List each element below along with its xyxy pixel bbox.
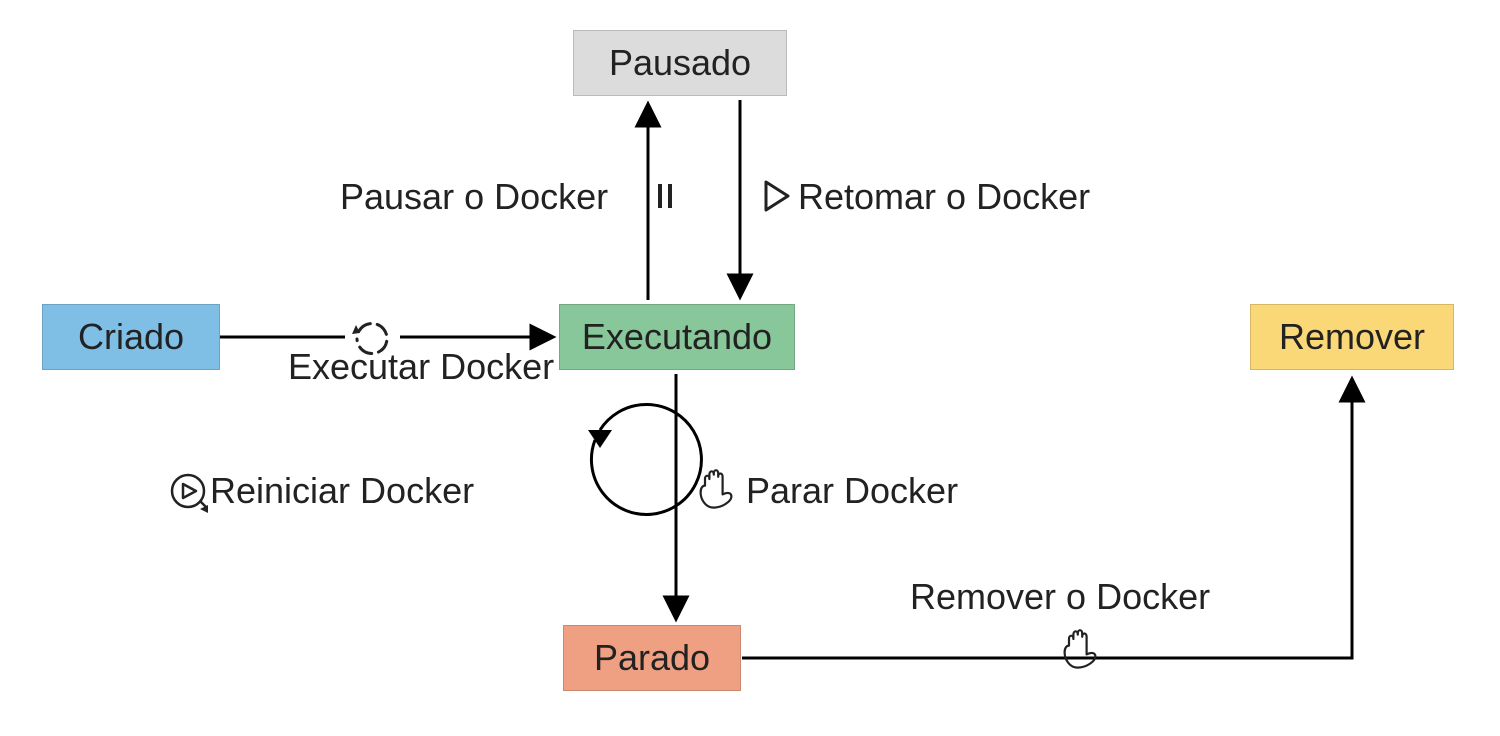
restart-icon bbox=[172, 475, 208, 513]
state-parado: Parado bbox=[563, 625, 741, 691]
state-remover: Remover bbox=[1250, 304, 1454, 370]
hand-icon-remover bbox=[1065, 630, 1096, 667]
hand-icon-parar bbox=[701, 470, 732, 507]
state-parado-label: Parado bbox=[594, 637, 710, 679]
state-remover-label: Remover bbox=[1279, 316, 1425, 358]
state-criado-label: Criado bbox=[78, 316, 184, 358]
label-executar: Executar Docker bbox=[288, 346, 554, 388]
arrow-reiniciar bbox=[588, 404, 701, 514]
state-pausado-label: Pausado bbox=[609, 42, 751, 84]
label-pausar: Pausar o Docker bbox=[340, 176, 608, 218]
pause-icon bbox=[660, 184, 670, 208]
label-parar: Parar Docker bbox=[746, 470, 958, 512]
label-retomar: Retomar o Docker bbox=[798, 176, 1090, 218]
state-pausado: Pausado bbox=[573, 30, 787, 96]
label-remover: Remover o Docker bbox=[910, 576, 1210, 618]
state-criado: Criado bbox=[42, 304, 220, 370]
play-icon bbox=[766, 182, 788, 210]
state-executando: Executando bbox=[559, 304, 795, 370]
label-reiniciar: Reiniciar Docker bbox=[210, 470, 474, 512]
state-executando-label: Executando bbox=[582, 316, 772, 358]
